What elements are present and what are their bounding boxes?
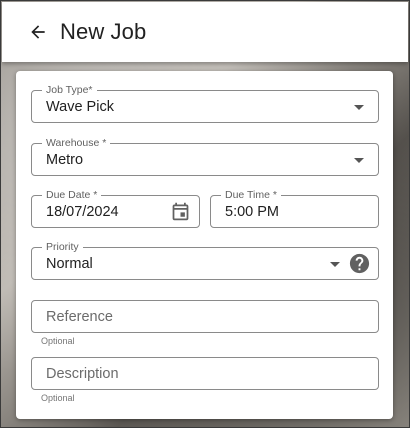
priority-value: Normal: [46, 256, 93, 272]
calendar-button[interactable]: [170, 201, 191, 227]
back-button[interactable]: [24, 18, 52, 46]
warehouse-label: Warehouse *: [42, 136, 111, 150]
new-job-form: Job Type* Wave Pick Warehouse * Metro Du…: [16, 71, 393, 419]
priority-select[interactable]: Priority Normal: [31, 240, 379, 280]
chevron-down-icon: [330, 262, 340, 267]
arrow-left-icon: [31, 25, 45, 39]
description-placeholder: Description: [46, 366, 119, 382]
due-date-label: Due Date *: [42, 188, 102, 202]
warehouse-value: Metro: [46, 152, 84, 168]
due-time-label: Due Time *: [221, 188, 281, 202]
job-type-label: Job Type*: [42, 83, 97, 97]
description-input[interactable]: Description: [31, 357, 379, 390]
chevron-down-icon: [354, 105, 364, 110]
chevron-down-icon: [354, 158, 364, 163]
reference-placeholder: Reference: [46, 309, 113, 325]
reference-input[interactable]: Reference: [31, 300, 379, 333]
calendar-icon: [172, 202, 189, 221]
page-title: New Job: [60, 19, 147, 44]
due-time-field[interactable]: Due Time * 5:00 PM: [210, 188, 379, 228]
priority-label: Priority: [42, 240, 83, 254]
app-frame: New Job Job Type* Wave Pick Warehouse * …: [0, 0, 410, 428]
help-circle-icon: [349, 253, 370, 274]
due-time-value: 5:00 PM: [225, 204, 279, 220]
reference-helper-text: Optional: [41, 336, 75, 346]
job-type-value: Wave Pick: [46, 99, 114, 115]
help-button[interactable]: [348, 252, 371, 280]
due-date-field[interactable]: Due Date * 18/07/2024: [31, 188, 200, 228]
warehouse-select[interactable]: Warehouse * Metro: [31, 136, 379, 176]
due-date-value: 18/07/2024: [46, 204, 119, 220]
description-helper-text: Optional: [41, 393, 75, 403]
app-header: New Job: [2, 2, 408, 62]
job-type-select[interactable]: Job Type* Wave Pick: [31, 83, 379, 123]
